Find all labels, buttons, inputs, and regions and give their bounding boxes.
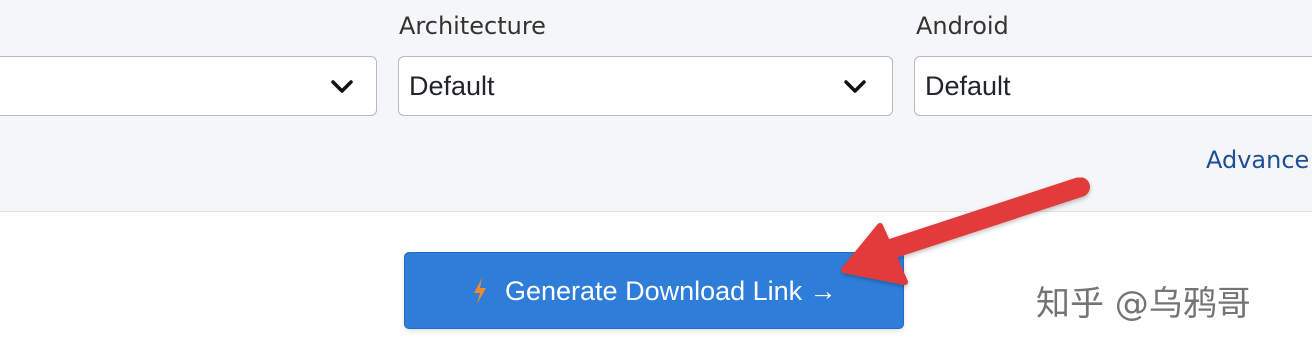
chevron-down-icon — [844, 80, 866, 93]
android-select-value: Default — [925, 71, 1011, 101]
chevron-down-icon — [331, 80, 353, 93]
architecture-label: Architecture — [399, 12, 546, 40]
android-select[interactable]: Default — [914, 56, 1312, 116]
options-panel: Architecture Default Android Default Adv… — [0, 0, 1312, 212]
download-page: Architecture Default Android Default Adv… — [0, 0, 1312, 356]
architecture-select[interactable]: Default — [398, 56, 893, 116]
generate-download-link-button[interactable]: Generate Download Link → — [404, 252, 904, 329]
advanced-options-link[interactable]: Advance — [1206, 144, 1309, 176]
android-label: Android — [916, 12, 1009, 40]
select-dropdown-1[interactable] — [0, 56, 377, 116]
generate-button-label: Generate Download Link → — [505, 276, 837, 306]
zhihu-watermark: 知乎 @乌鸦哥 — [1036, 284, 1251, 324]
architecture-select-value: Default — [409, 71, 495, 101]
bolt-icon — [474, 278, 486, 304]
